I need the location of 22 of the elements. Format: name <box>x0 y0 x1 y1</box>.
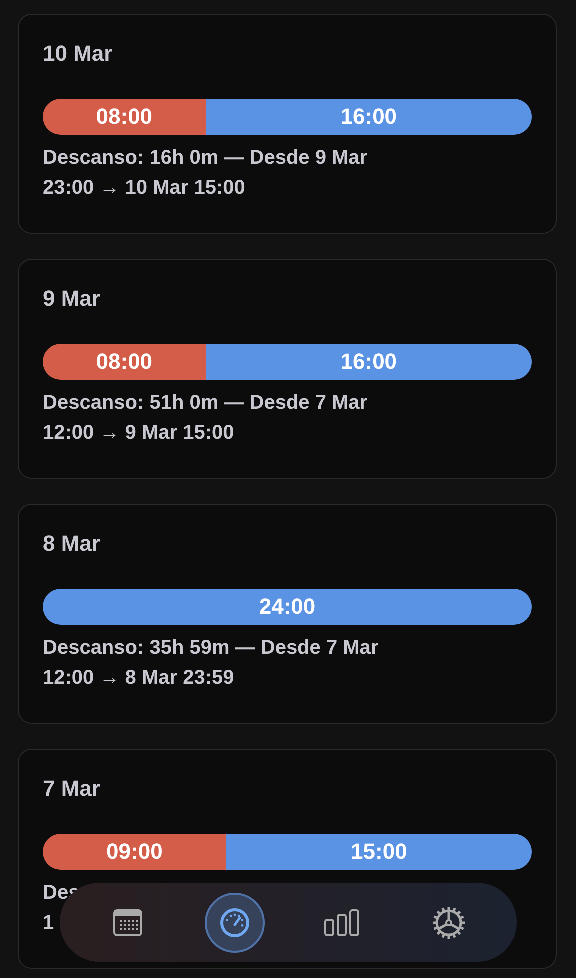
day-date: 7 Mar <box>43 775 100 803</box>
gauge-icon <box>218 906 251 938</box>
calendar-icon <box>112 908 143 936</box>
rest-summary-line: Descanso: 51h 0m — Desde 7 Mar <box>43 391 368 416</box>
time-segment: 15:00 <box>226 834 532 870</box>
day-date: 9 Mar <box>43 285 100 313</box>
settings-icon <box>432 906 466 940</box>
rest-summary-line: 1 <box>43 911 54 936</box>
time-segment: 24:00 <box>43 589 532 625</box>
rest-summary-line: Descanso: 35h 59m — Desde 7 Mar <box>43 636 379 661</box>
time-segment: 08:00 <box>43 344 206 380</box>
time-segment: 08:00 <box>43 99 206 135</box>
time-segment: 09:00 <box>43 834 226 870</box>
day-date: 8 Mar <box>43 530 100 558</box>
time-segment: 16:00 <box>206 344 532 380</box>
rest-summary-line: Descanso: 16h 0m — Desde 9 Mar <box>43 146 368 171</box>
rest-summary-line: 12:00 → 9 Mar 15:00 <box>43 421 234 446</box>
day-date: 10 Mar <box>43 40 113 68</box>
rest-summary-line: 12:00 → 8 Mar 23:59 <box>43 666 234 691</box>
time-segment: 16:00 <box>206 99 532 135</box>
bar-chart-icon <box>324 908 360 936</box>
rest-summary-line: 23:00 → 10 Mar 15:00 <box>43 176 246 201</box>
